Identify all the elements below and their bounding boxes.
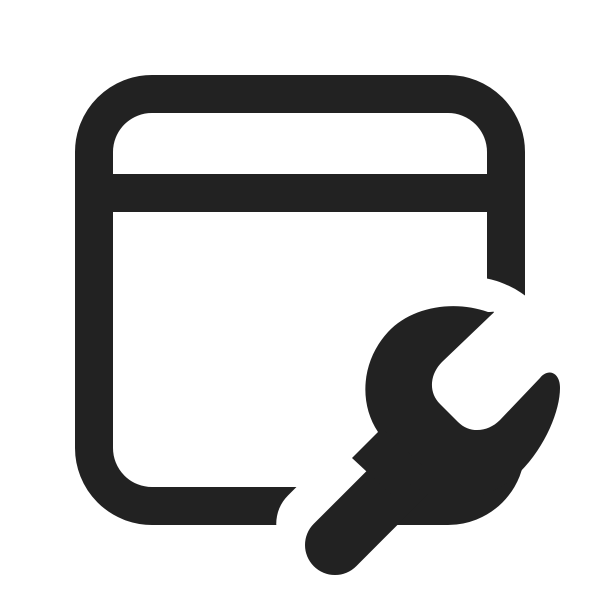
window-wrench-icon: [75, 75, 560, 575]
icon-canvas: [0, 0, 600, 600]
